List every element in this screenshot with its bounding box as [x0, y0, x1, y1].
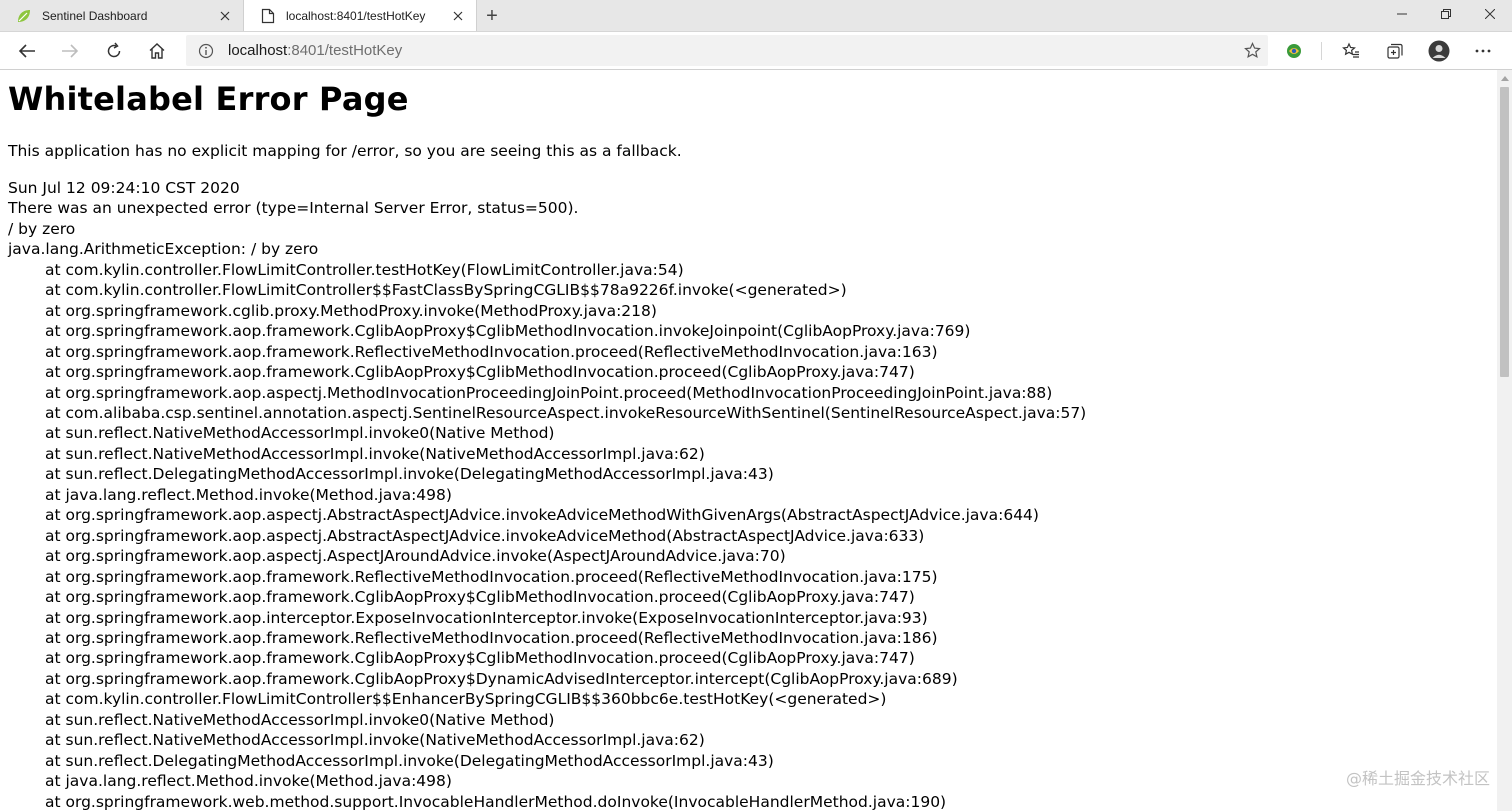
profile-avatar[interactable] — [1424, 36, 1454, 66]
stack-frame: at org.springframework.aop.aspectj.Abstr… — [45, 506, 1039, 525]
stack-frame: at com.alibaba.csp.sentinel.annotation.a… — [45, 403, 1087, 422]
tab-strip: Sentinel Dashboard localhost:8401/testHo… — [0, 0, 1512, 32]
page-content: Whitelabel Error Page This application h… — [0, 70, 1497, 811]
stack-frame: at org.springframework.aop.aspectj.Abstr… — [45, 526, 925, 545]
stack-frame: at sun.reflect.NativeMethodAccessorImpl.… — [45, 444, 705, 463]
stack-frame: at com.kylin.controller.FlowLimitControl… — [45, 690, 887, 709]
vertical-scrollbar[interactable] — [1497, 70, 1512, 811]
browser-toolbar: localhost:8401/testHotKey — [0, 32, 1512, 70]
tab-title: localhost:8401/testHotKey — [286, 8, 426, 23]
toolbar-divider — [1321, 42, 1322, 60]
stack-frame: at org.springframework.aop.framework.Ref… — [45, 567, 938, 586]
more-options-icon[interactable] — [1468, 36, 1498, 66]
stack-frame: at sun.reflect.DelegatingMethodAccessorI… — [45, 751, 774, 770]
stack-frame: at java.lang.reflect.Method.invoke(Metho… — [45, 485, 452, 504]
stack-frame: at sun.reflect.NativeMethodAccessorImpl.… — [45, 424, 555, 443]
page-icon — [260, 8, 276, 24]
favorite-star-icon[interactable] — [1236, 42, 1268, 59]
stack-frame: at org.springframework.aop.aspectj.Aspec… — [45, 547, 786, 566]
scrollbar-thumb[interactable] — [1500, 87, 1509, 377]
error-details: Sun Jul 12 09:24:10 CST 2020 There was a… — [8, 178, 1086, 811]
close-window-icon[interactable] — [1468, 0, 1512, 28]
close-icon[interactable] — [450, 8, 466, 24]
url-text[interactable]: localhost:8401/testHotKey — [228, 42, 1236, 59]
extension-icon[interactable] — [1279, 36, 1309, 66]
home-icon[interactable] — [142, 36, 172, 66]
info-icon[interactable] — [192, 43, 220, 59]
stack-frame: at org.springframework.aop.framework.Ref… — [45, 628, 938, 647]
stack-frame: at org.springframework.aop.aspectj.Metho… — [45, 383, 1053, 402]
page-title: Whitelabel Error Page — [8, 80, 409, 118]
stack-frame: at org.springframework.aop.framework.Cgl… — [45, 669, 958, 688]
stack-frame: at com.kylin.controller.FlowLimitControl… — [45, 260, 684, 279]
stack-frame: at org.springframework.aop.framework.Cgl… — [45, 649, 915, 668]
address-bar[interactable]: localhost:8401/testHotKey — [186, 35, 1268, 66]
minimize-icon[interactable] — [1380, 0, 1424, 28]
error-description: This application has no explicit mapping… — [8, 142, 682, 160]
stack-frame: at org.springframework.web.method.suppor… — [45, 792, 947, 811]
tab-title: Sentinel Dashboard — [42, 8, 148, 23]
stack-frame: at sun.reflect.NativeMethodAccessorImpl.… — [45, 731, 705, 750]
back-arrow-icon[interactable] — [12, 36, 42, 66]
refresh-icon[interactable] — [99, 36, 129, 66]
leaf-icon — [16, 8, 32, 24]
tab-sentinel-dashboard[interactable]: Sentinel Dashboard — [0, 0, 243, 31]
error-timestamp: Sun Jul 12 09:24:10 CST 2020 — [8, 179, 240, 197]
window-controls — [1380, 0, 1512, 31]
close-icon[interactable] — [217, 8, 233, 24]
stack-trace: at com.kylin.controller.FlowLimitControl… — [8, 260, 1086, 811]
stack-frame: at org.springframework.aop.framework.Cgl… — [45, 363, 915, 382]
stack-frame: at org.springframework.aop.framework.Cgl… — [45, 588, 915, 607]
favorites-icon[interactable] — [1336, 36, 1366, 66]
forward-arrow-icon[interactable] — [55, 36, 85, 66]
new-tab-button[interactable]: + — [480, 4, 504, 28]
collections-icon[interactable] — [1380, 36, 1410, 66]
url-path: :8401/testHotKey — [287, 42, 403, 59]
error-message: / by zero — [8, 219, 76, 238]
tab-testhotkey[interactable]: localhost:8401/testHotKey — [243, 0, 477, 31]
stack-frame: at sun.reflect.NativeMethodAccessorImpl.… — [45, 710, 555, 729]
exception-line: java.lang.ArithmeticException: / by zero — [8, 240, 319, 259]
stack-frame: at org.springframework.cglib.proxy.Metho… — [45, 301, 657, 320]
url-host: localhost — [228, 42, 288, 59]
stack-frame: at java.lang.reflect.Method.invoke(Metho… — [45, 772, 452, 791]
restore-icon[interactable] — [1424, 0, 1468, 28]
watermark: @稀土掘金技术社区 — [1345, 769, 1490, 788]
scroll-up-arrow-icon[interactable] — [1497, 70, 1512, 85]
stack-frame: at org.springframework.aop.interceptor.E… — [45, 608, 928, 627]
stack-frame: at org.springframework.aop.framework.Ref… — [45, 342, 938, 361]
error-status-line: There was an unexpected error (type=Inte… — [8, 199, 579, 218]
stack-frame: at sun.reflect.DelegatingMethodAccessorI… — [45, 465, 774, 484]
stack-frame: at org.springframework.aop.framework.Cgl… — [45, 322, 971, 341]
stack-frame: at com.kylin.controller.FlowLimitControl… — [45, 281, 847, 300]
